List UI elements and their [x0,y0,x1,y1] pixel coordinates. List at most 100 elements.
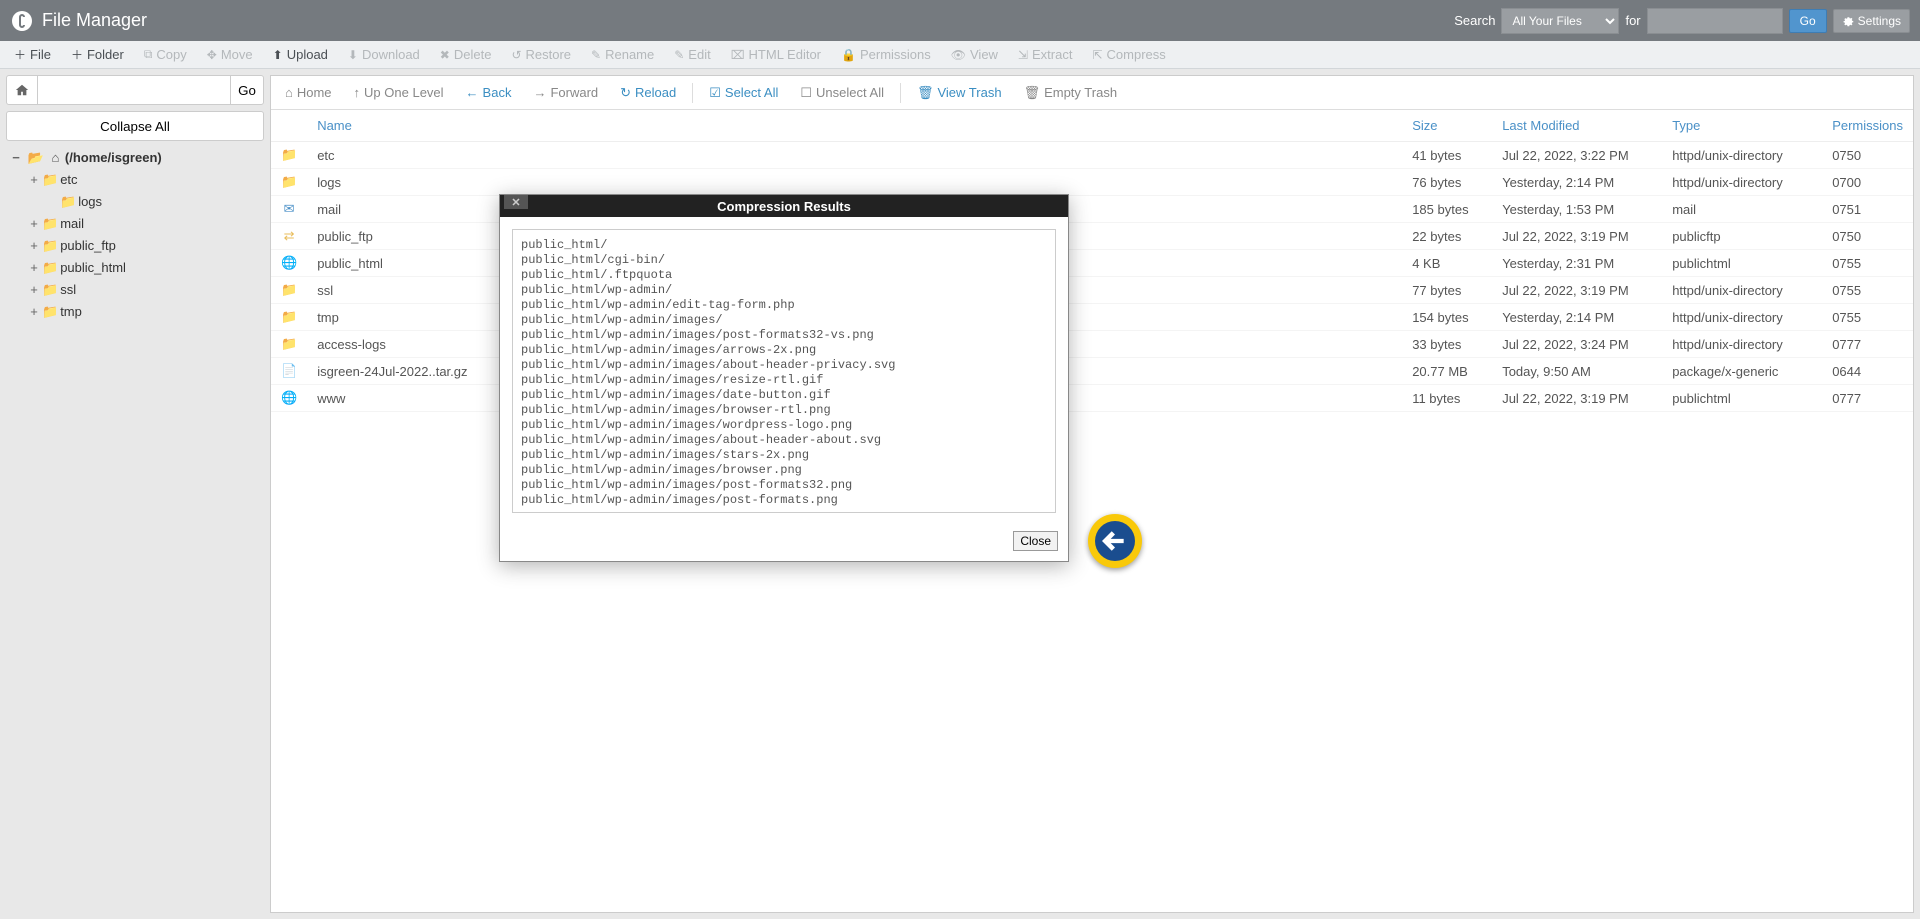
expand-toggle-icon[interactable]: + [28,169,40,191]
plus-icon: ＋ [14,46,26,63]
table-row[interactable]: 📁etc41 bytesJul 22, 2022, 3:22 PMhttpd/u… [271,142,1913,169]
collapse-all-button[interactable]: Collapse All [6,111,264,141]
sidebar: Go Collapse All − 📂 ⌂ (/home/isgreen) +📁… [0,69,270,919]
col-type[interactable]: Type [1662,110,1822,142]
tree-node-logs[interactable]: 📁logs [46,194,102,209]
folder-icon: 📁 [42,238,58,253]
upload-button[interactable]: ⬆Upload [263,43,338,66]
col-size[interactable]: Size [1402,110,1492,142]
tree-node-tmp[interactable]: +📁tmp [28,304,82,319]
search-scope-select[interactable]: All Your Files [1501,8,1619,34]
trash-icon: 🗑 [917,85,934,101]
settings-button[interactable]: Settings [1833,9,1910,33]
expand-toggle-icon[interactable]: + [28,235,40,257]
forward-button[interactable]: →Forward [523,81,608,104]
back-arrow-icon: ← [466,85,479,100]
file-modified: Jul 22, 2022, 3:19 PM [1492,385,1662,412]
copy-icon: ⧉ [144,47,153,62]
tree-node-mail[interactable]: +📁mail [28,216,84,231]
dialog-close-button[interactable]: Close [1013,531,1058,551]
rename-button[interactable]: ✎Rename [581,43,664,66]
download-button[interactable]: ⬇Download [338,43,430,66]
tree-node-ssl[interactable]: +📁ssl [28,282,76,297]
search-go-button[interactable]: Go [1789,9,1827,33]
folder-button[interactable]: ＋Folder [61,42,134,67]
separator [900,83,901,103]
edit-button[interactable]: ✎Edit [664,43,720,66]
restore-button[interactable]: ↺Restore [501,43,581,66]
copy-button[interactable]: ⧉Copy [134,43,197,66]
check-square-icon: ☑ [709,85,721,101]
square-icon: ☐ [800,85,812,101]
eye-icon: 👁 [951,48,966,62]
globe-link-icon: 🌐 [281,390,297,405]
reload-button[interactable]: ↻Reload [610,81,686,105]
select-all-button[interactable]: ☑Select All [699,81,788,105]
html-editor-button[interactable]: ⌧HTML Editor [721,43,831,66]
home-button[interactable]: ⌂Home [275,81,342,104]
annotation-arrow [1088,514,1142,568]
back-button[interactable]: ←Back [456,81,522,104]
folder-link-icon: ⇄ [284,228,295,243]
table-row[interactable]: 📁logs76 bytesYesterday, 2:14 PMhttpd/uni… [271,169,1913,196]
tree-root[interactable]: − 📂 ⌂ (/home/isgreen) [10,150,162,165]
empty-trash-button[interactable]: 🗑Empty Trash [1014,81,1127,105]
download-icon: ⬇ [348,48,358,62]
left-arrow-icon [1102,528,1128,554]
file-modified: Jul 22, 2022, 3:19 PM [1492,223,1662,250]
file-type: mail [1662,196,1822,223]
search-area: Search All Your Files for Go Settings [1454,8,1910,34]
file-modified: Jul 22, 2022, 3:22 PM [1492,142,1662,169]
col-icon[interactable] [271,110,307,142]
unselect-all-button[interactable]: ☐Unselect All [790,81,894,105]
expand-toggle-icon[interactable]: + [28,279,40,301]
compress-button[interactable]: ⇱Compress [1082,43,1175,66]
file-size: 33 bytes [1402,331,1492,358]
file-size: 22 bytes [1402,223,1492,250]
file-perm: 0644 [1822,358,1913,385]
file-modified: Jul 22, 2022, 3:19 PM [1492,277,1662,304]
address-input[interactable] [38,75,230,105]
file-type: httpd/unix-directory [1662,277,1822,304]
file-type: httpd/unix-directory [1662,142,1822,169]
col-name[interactable]: Name [307,110,1402,142]
plus-icon: ＋ [71,46,83,63]
extract-button[interactable]: ⇲Extract [1008,43,1083,66]
file-type: publichtml [1662,385,1822,412]
delete-button[interactable]: ✖Delete [430,43,502,66]
folder-icon: 📁 [42,260,58,275]
folder-icon: 📁 [281,282,297,297]
file-button[interactable]: ＋File [4,42,61,67]
address-go-button[interactable]: Go [230,75,264,105]
file-perm: 0755 [1822,304,1913,331]
file-size: 154 bytes [1402,304,1492,331]
dialog-header[interactable]: ✕ Compression Results [500,195,1068,217]
compression-output[interactable]: public_html/ public_html/cgi-bin/ public… [512,229,1056,513]
permissions-button[interactable]: 🔒Permissions [831,43,941,66]
tree-node-public_ftp[interactable]: +📁public_ftp [28,238,116,253]
search-input[interactable] [1647,8,1783,34]
tree-node-public_html[interactable]: +📁public_html [28,260,126,275]
view-button[interactable]: 👁View [941,43,1008,66]
file-type: httpd/unix-directory [1662,331,1822,358]
compression-results-dialog: ✕ Compression Results public_html/ publi… [499,194,1069,562]
home-icon: ⌂ [51,150,59,165]
edit-icon: ✎ [674,48,684,62]
up-one-level-button[interactable]: ↑Up One Level [344,81,454,104]
trash-icon: 🗑 [1024,85,1041,101]
expand-toggle-icon[interactable]: + [28,301,40,323]
tree-node-etc[interactable]: +📁etc [28,172,78,187]
globe-icon: 🌐 [281,255,297,270]
folder-icon: 📁 [281,174,297,189]
address-home-button[interactable] [6,75,38,105]
collapse-toggle-icon[interactable]: − [10,147,22,169]
col-modified[interactable]: Last Modified [1492,110,1662,142]
col-permissions[interactable]: Permissions [1822,110,1913,142]
view-trash-button[interactable]: 🗑View Trash [907,81,1012,105]
folder-icon: 📁 [281,309,297,324]
dialog-close-x[interactable]: ✕ [504,195,528,209]
move-button[interactable]: ✥Move [197,43,263,66]
expand-toggle-icon[interactable]: + [28,257,40,279]
expand-toggle-icon[interactable]: + [28,213,40,235]
rename-icon: ✎ [591,48,601,62]
